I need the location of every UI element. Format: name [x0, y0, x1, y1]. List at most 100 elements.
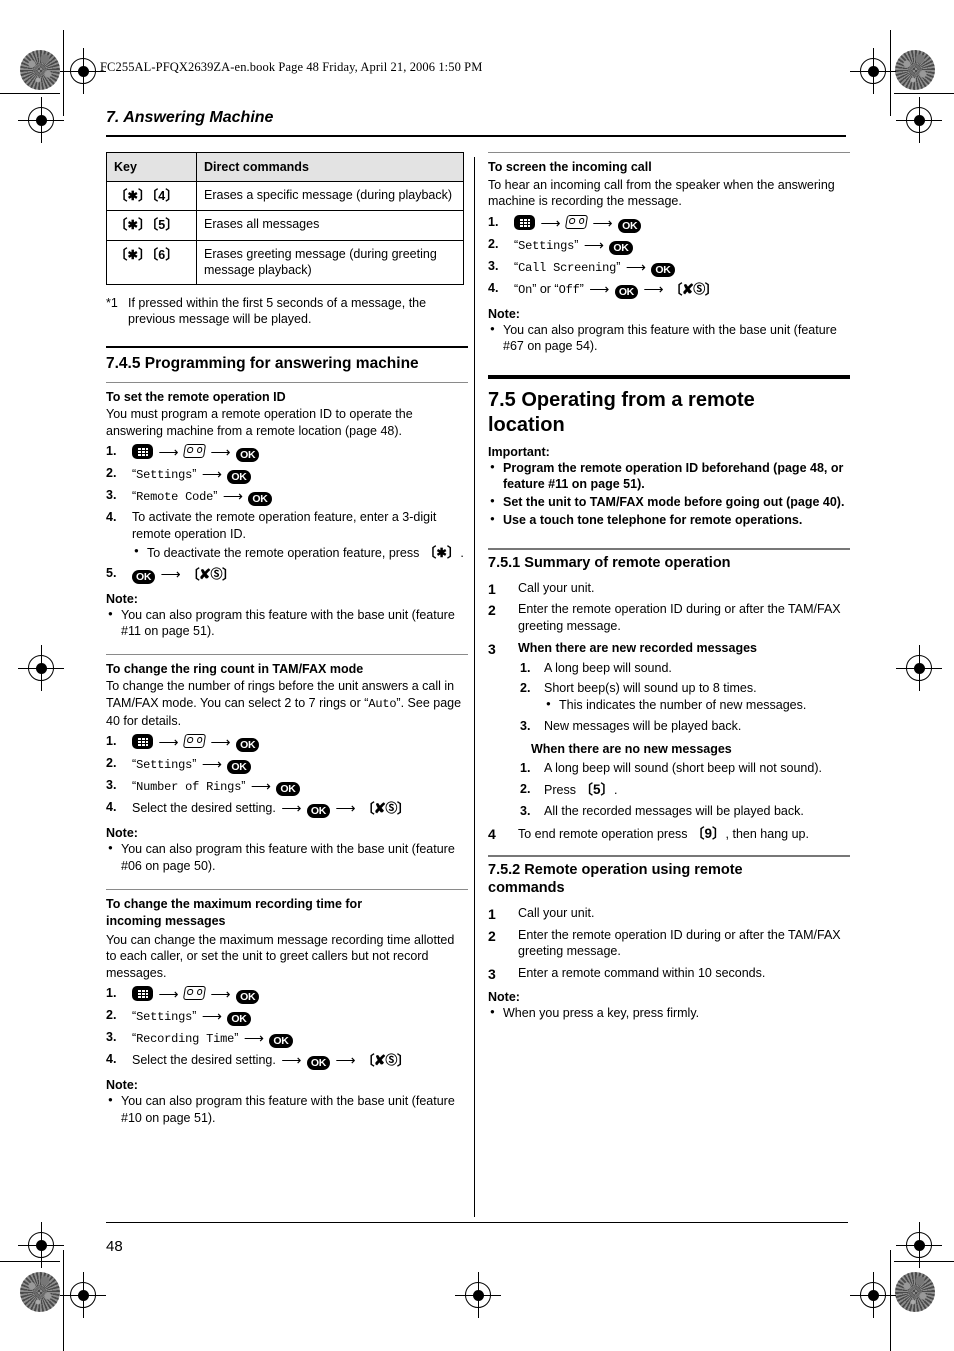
table-footnote: *1 If pressed within the first 5 seconds …	[106, 295, 468, 328]
step-heading-no-new-messages: When there are no new messages	[531, 741, 732, 756]
step-item: 4. Select the desired setting. ⟶ OK ⟶ 〔✘…	[106, 799, 468, 819]
arrow-icon: ⟶	[158, 734, 179, 751]
arrow-icon: ⟶	[335, 1052, 356, 1069]
step-item: 2 Enter the remote operation ID during o…	[488, 601, 850, 635]
step-item: 3 Enter a remote command within 10 secon…	[488, 965, 850, 982]
step-item: 2. “Settings” ⟶ OK	[106, 755, 468, 775]
note-list: You can also program this feature with t…	[106, 840, 468, 874]
ok-button-icon: OK	[227, 470, 251, 485]
arrow-icon: ⟶	[643, 280, 664, 297]
substep-item: 2. Short beep(s) will sound up to 8 time…	[518, 680, 850, 713]
arrow-icon: ⟶	[243, 1030, 264, 1047]
ok-button-icon: OK	[236, 990, 260, 1005]
footer-rule	[106, 1222, 848, 1223]
step-text: Enter the remote operation ID during or …	[518, 602, 841, 634]
subheading-recording-time-line2: incoming messages	[106, 914, 226, 929]
lcd-label: Settings	[136, 468, 193, 483]
arrow-icon: ⟶	[589, 280, 610, 297]
ok-button-icon: OK	[248, 492, 272, 507]
substep-item: 1. A long beep will sound.	[518, 660, 850, 677]
substep-text: New messages will be played back.	[544, 718, 742, 733]
note-item: You can also program this feature with t…	[106, 1092, 468, 1126]
menu-keypad-icon	[132, 444, 153, 460]
ok-button-icon: OK	[306, 804, 331, 819]
direct-commands-table: Key Direct commands 〔✱〕〔4〕 Erases a spec…	[106, 152, 464, 285]
paragraph-remote-operation-id: You must program a remote operation ID t…	[106, 407, 413, 438]
substep-number: 1.	[520, 761, 531, 776]
menu-keypad-icon	[132, 734, 153, 750]
table-cell-key: 〔✱〕〔6〕	[106, 239, 197, 285]
note-item: You can also program this feature with t…	[106, 840, 468, 874]
table-row: 〔✱〕〔5〕 Erases all messages	[106, 210, 464, 241]
arrow-icon: ⟶	[583, 236, 604, 253]
lcd-label: Call Screening	[518, 260, 617, 275]
substep-item: 3. New messages will be played back.	[518, 718, 850, 735]
substep-text: A long beep will sound (short beep will …	[544, 761, 822, 776]
substep-text-pre: Press	[544, 783, 580, 798]
table-header-command: Direct commands	[196, 152, 464, 182]
lcd-label: Recording Time	[136, 1032, 235, 1047]
answering-machine-tape-icon	[564, 214, 589, 229]
step-text: Select the desired setting.	[132, 1053, 276, 1068]
paragraph-ring-count: To change the number of rings before the…	[106, 679, 462, 728]
table-cell-key: 〔✱〕〔4〕	[106, 180, 197, 212]
lcd-label-off: Off	[558, 282, 580, 297]
lcd-label: Settings	[136, 758, 193, 773]
substep-item: 1. A long beep will sound (short beep wi…	[518, 760, 850, 777]
step-number: 4	[488, 825, 496, 842]
arrow-icon: ⟶	[210, 444, 231, 461]
substep-text: A long beep will sound.	[544, 660, 672, 675]
subheading-ring-count: To change the ring count in TAM/FAX mode	[106, 661, 364, 676]
step-heading-new-messages: When there are new recorded messages	[518, 640, 757, 655]
step-item: 1 Call your unit.	[488, 580, 850, 597]
note-label: Note:	[106, 591, 138, 606]
step-number: 1.	[106, 444, 117, 459]
substep-number: 2.	[520, 782, 531, 797]
answering-machine-tape-icon	[182, 986, 207, 1001]
step-number: 3.	[488, 258, 499, 273]
arrow-icon: ⟶	[201, 1008, 222, 1025]
menu-keypad-icon	[132, 986, 153, 1002]
step-number: 4.	[106, 800, 117, 815]
substep-item: 2. Press 〔5〕.	[518, 781, 850, 799]
arrow-icon: ⟶	[210, 734, 231, 751]
table-header-row: Key Direct commands	[106, 152, 464, 182]
arrow-icon: ⟶	[250, 778, 271, 795]
note-list: You can also program this feature with t…	[106, 606, 468, 640]
section-heading-752-line1: 7.5.2 Remote operation using remote	[488, 862, 743, 878]
substep-number: 1.	[520, 660, 531, 675]
bullet-item: To deactivate the remote operation featu…	[132, 543, 468, 562]
ok-button-icon: OK	[227, 1012, 251, 1027]
steps-remote-operation-id: 1. ⟶ ⟶ OK 2. “Settings” ⟶ OK 3. “Remote …	[106, 443, 468, 584]
important-label: Important:	[488, 444, 550, 459]
step-number: 3.	[106, 488, 117, 503]
ok-button-icon: OK	[269, 1034, 293, 1049]
phone-off-power-icon: 〔✘Ⓢ〕	[669, 280, 718, 297]
important-item: Use a touch tone telephone for remote op…	[488, 511, 850, 529]
step-number: 4.	[106, 510, 117, 525]
section-heading-752-line2: commands	[488, 880, 565, 897]
phone-off-power-icon: 〔✘Ⓢ〕	[361, 1052, 410, 1069]
ok-button-icon: OK	[651, 262, 675, 277]
section-heading-745: 7.4.5 Programming for answering machine	[106, 355, 419, 373]
note-label: Note:	[106, 826, 138, 841]
step-text: Call your unit.	[518, 580, 595, 595]
step-number: 5.	[106, 565, 117, 580]
substeps-no-new-messages: 1. A long beep will sound (short beep wi…	[518, 760, 850, 820]
subheading-recording-time-line1: To change the maximum recording time for	[106, 896, 363, 911]
table-header-key: Key	[106, 152, 197, 182]
subsection-rule	[106, 888, 468, 890]
ok-button-icon: OK	[227, 760, 251, 775]
step-item: 4. “On” or “Off” ⟶ OK ⟶ 〔✘Ⓢ〕	[488, 280, 718, 299]
arrow-icon: ⟶	[592, 214, 613, 231]
important-item: Set the unit to TAM/FAX mode before goin…	[488, 493, 850, 511]
right-column: To screen the incoming call To hear an i…	[488, 152, 850, 1022]
lcd-label-on: On	[518, 282, 533, 297]
arrow-icon: ⟶	[158, 444, 179, 461]
chapter-title: 7. Answering Machine	[106, 109, 274, 126]
section-heading-75-line2: location	[488, 413, 565, 436]
subsection-rule	[106, 653, 468, 655]
subheading-screen-incoming-call: To screen the incoming call	[488, 160, 652, 174]
step-item: 5. OK ⟶ 〔✘Ⓢ〕	[106, 565, 468, 584]
note-list: You can also program this feature with t…	[488, 321, 850, 355]
